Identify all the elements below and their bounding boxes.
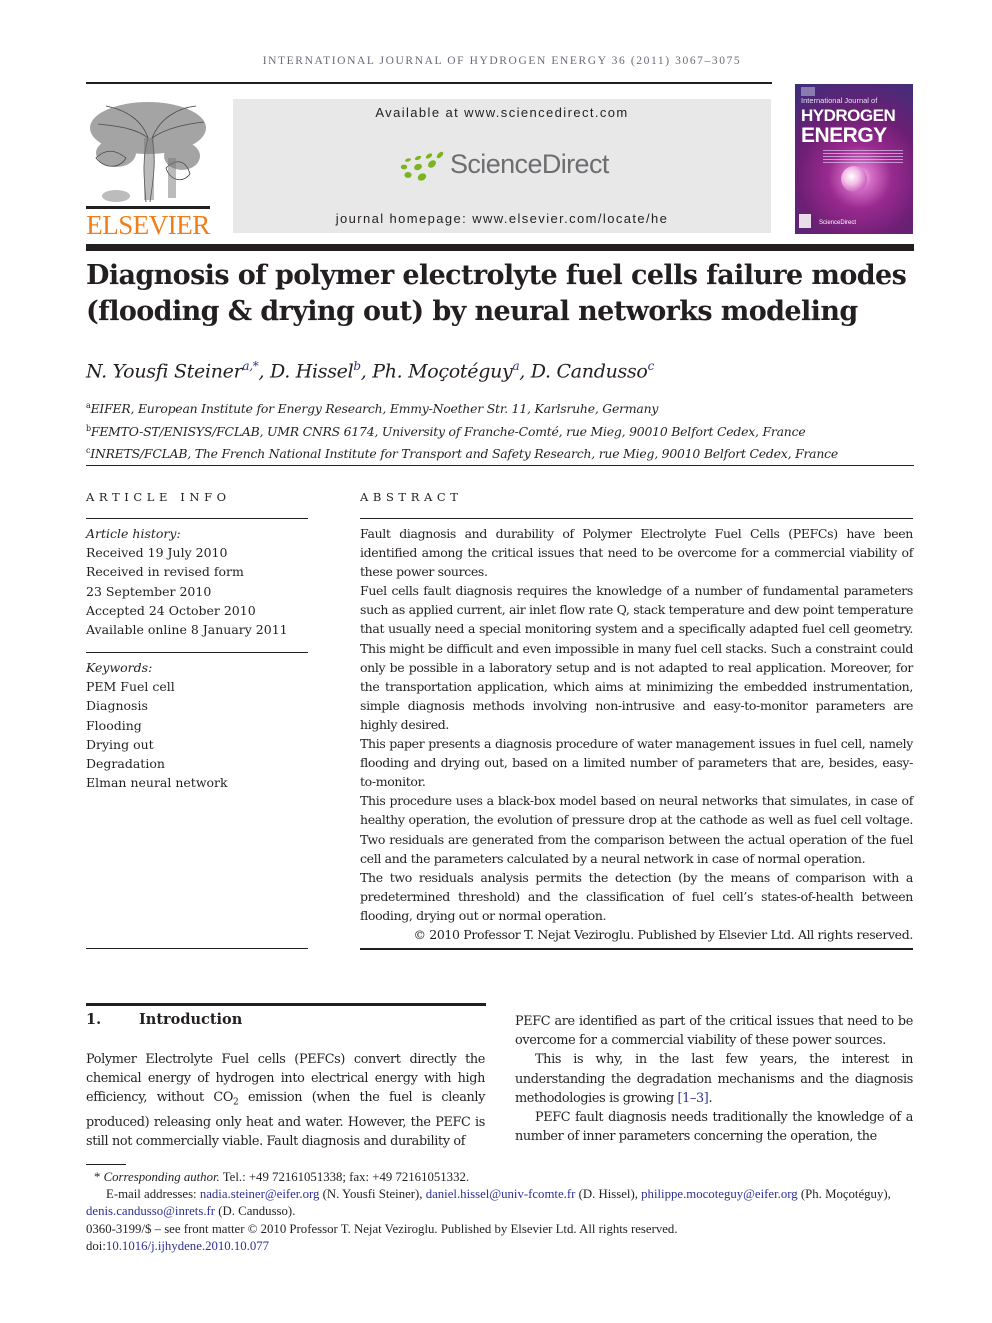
contact-text: Tel.: +49 72161051338; fax: +49 72161051… <box>219 1170 470 1184</box>
cover-he-badge <box>799 214 811 228</box>
affiliation-text: FEMTO-ST/ENISYS/FCLAB, UMR CNRS 6174, Un… <box>90 423 806 439</box>
email-owner: (D. Hissel), <box>575 1187 642 1202</box>
email-owner: (D. Candusso). <box>215 1204 296 1219</box>
keyword-item: Degradation <box>86 756 165 772</box>
cover-orb-graphic <box>841 166 867 192</box>
author-list: N. Yousfi Steinera,*, D. Hisselb, Ph. Mo… <box>86 359 655 383</box>
doi-line: doi:10.1016/j.ijhydene.2010.10.077 <box>86 1238 916 1255</box>
affiliation-item: cINRETS/FCLAB, The French National Insti… <box>86 441 838 464</box>
intro-paragraph: Polymer Electrolyte Fuel cells (PEFCs) c… <box>86 1050 485 1152</box>
cover-energy: ENERGY <box>801 124 887 147</box>
email-link[interactable]: philippe.mocoteguy@eifer.org <box>641 1187 798 1201</box>
front-matter: 0360-3199/$ – see front matter © 2010 Pr… <box>86 1221 678 1236</box>
abstract-body: Fault diagnosis and durability of Polyme… <box>360 524 913 944</box>
citation-link[interactable]: [1–3] <box>678 1091 709 1106</box>
abstract-paragraph: Fuel cells fault diagnosis requires the … <box>360 583 913 732</box>
author-affil-mark[interactable]: a,* <box>242 359 258 373</box>
author-affil-mark[interactable]: b <box>353 359 361 373</box>
author-name: D. Candusso <box>530 360 648 383</box>
intro-paragraph: PEFC are identified as part of the criti… <box>515 1014 913 1049</box>
email-label: E-mail addresses: <box>106 1187 200 1202</box>
history-item: Received in revised form <box>86 564 244 580</box>
intro-paragraph: This is why, in the last few years, the … <box>515 1050 913 1108</box>
header-top-rule <box>86 82 772 84</box>
history-item: Accepted 24 October 2010 <box>86 602 256 618</box>
section-title: Introduction <box>139 1011 243 1028</box>
running-head: INTERNATIONAL JOURNAL OF HYDROGEN ENERGY… <box>262 55 742 67</box>
history-item: Available online 8 January 2011 <box>86 622 288 638</box>
cover-sciencedirect: ScienceDirect <box>819 220 857 226</box>
abstract-paragraph: This paper presents a diagnosis procedur… <box>360 736 913 790</box>
article-info-heading: ARTICLE INFO <box>86 490 231 504</box>
header-thick-rule <box>86 244 914 251</box>
sciencedirect-dots-icon <box>400 151 444 181</box>
corresponding-label: Corresponding author. <box>103 1170 220 1184</box>
cover-hydrogen: HYDROGEN <box>801 106 896 125</box>
abstract-rule <box>360 518 913 519</box>
abstract-bottom-rule <box>360 948 913 950</box>
article-info-rule <box>86 518 308 519</box>
intro-rule <box>86 1003 486 1006</box>
keywords: Keywords: PEM Fuel cell Diagnosis Floodi… <box>86 658 308 792</box>
doi-label: doi: <box>86 1238 106 1253</box>
email-link[interactable]: nadia.steiner@eifer.org <box>200 1187 320 1201</box>
keywords-rule <box>86 652 308 653</box>
keyword-item: Flooding <box>86 717 142 733</box>
sciencedirect-wordmark: ScienceDirect <box>450 149 609 179</box>
email-link[interactable]: daniel.hissel@univ-fcomte.fr <box>426 1187 576 1201</box>
text-span: . <box>708 1090 713 1106</box>
abstract-paragraph: The two residuals analysis permits the d… <box>360 869 913 923</box>
intro-right-column: PEFC are identified as part of the criti… <box>515 1012 913 1146</box>
history-label: Article history: <box>86 526 181 541</box>
available-at-link[interactable]: Available at www.sciencedirect.com <box>233 105 771 120</box>
keyword-item: Diagnosis <box>86 698 148 714</box>
email-owner: (N. Yousfi Steiner), <box>319 1187 426 1202</box>
affiliation-text: EIFER, European Institute for Energy Res… <box>90 401 659 417</box>
elsevier-wordmark: ELSEVIER <box>86 210 210 240</box>
history-item: Received 19 July 2010 <box>86 545 228 561</box>
article-info-bottom-rule <box>86 948 308 949</box>
affiliations-rule <box>86 465 914 466</box>
author-affil-mark[interactable]: c <box>648 359 655 373</box>
affiliations: aEIFER, European Institute for Energy Re… <box>86 396 838 464</box>
footnote-rule <box>86 1164 126 1165</box>
footnotes: * Corresponding author. Tel.: +49 721610… <box>86 1169 916 1255</box>
keyword-item: Elman neural network <box>86 775 228 791</box>
intro-paragraph: PEFC fault diagnosis needs traditionally… <box>515 1110 913 1145</box>
email-addresses: E-mail addresses: nadia.steiner@eifer.or… <box>86 1186 916 1220</box>
affiliation-text: INRETS/FCLAB, The French National Instit… <box>90 446 839 462</box>
article-history: Article history: Received 19 July 2010 R… <box>86 524 308 639</box>
email-owner: (Ph. Moçotéguy), <box>800 1187 891 1202</box>
keywords-label: Keywords: <box>86 660 153 675</box>
history-item: 23 September 2010 <box>86 583 212 599</box>
cover-journal-line: International Journal of <box>801 96 878 105</box>
journal-cover-image: International Journal of HYDROGEN ENERGY… <box>795 84 913 234</box>
author-name: Ph. Moçotéguy <box>372 360 513 383</box>
sciencedirect-banner: Available at www.sciencedirect.com Scien… <box>233 99 771 233</box>
abstract-copyright: © 2010 Professor T. Nejat Veziroglu. Pub… <box>413 926 913 942</box>
journal-homepage-link[interactable]: journal homepage: www.elsevier.com/locat… <box>233 211 771 226</box>
affiliation-item: bFEMTO-ST/ENISYS/FCLAB, UMR CNRS 6174, U… <box>86 419 838 442</box>
abstract-heading: ABSTRACT <box>360 490 463 504</box>
section-number: 1. <box>86 1011 102 1028</box>
author-affil-mark[interactable]: a <box>512 359 519 373</box>
text-span: This is why, in the last few years, the … <box>515 1052 913 1106</box>
author-name: N. Yousfi Steiner <box>86 360 243 383</box>
intro-left-column: Polymer Electrolyte Fuel cells (PEFCs) c… <box>86 1050 485 1152</box>
keyword-item: PEM Fuel cell <box>86 679 175 695</box>
abstract-paragraph: This procedure uses a black-box model ba… <box>360 793 913 866</box>
corresponding-author-note: * Corresponding author. Tel.: +49 721610… <box>86 1169 916 1186</box>
keyword-item: Drying out <box>86 736 154 752</box>
doi-link[interactable]: 10.1016/j.ijhydene.2010.10.077 <box>106 1239 269 1253</box>
email-link[interactable]: denis.candusso@inrets.fr <box>86 1204 215 1218</box>
cover-elsevier-badge <box>801 87 815 96</box>
author-name: D. Hissel <box>269 360 354 383</box>
article-title: Diagnosis of polymer electrolyte fuel ce… <box>86 260 907 327</box>
section-heading: 1. Introduction <box>86 1011 242 1028</box>
affiliation-item: aEIFER, European Institute for Energy Re… <box>86 396 838 419</box>
abstract-paragraph: Fault diagnosis and durability of Polyme… <box>360 526 913 580</box>
footnote-mark: * <box>94 1170 101 1184</box>
cover-editors-text <box>823 150 903 164</box>
